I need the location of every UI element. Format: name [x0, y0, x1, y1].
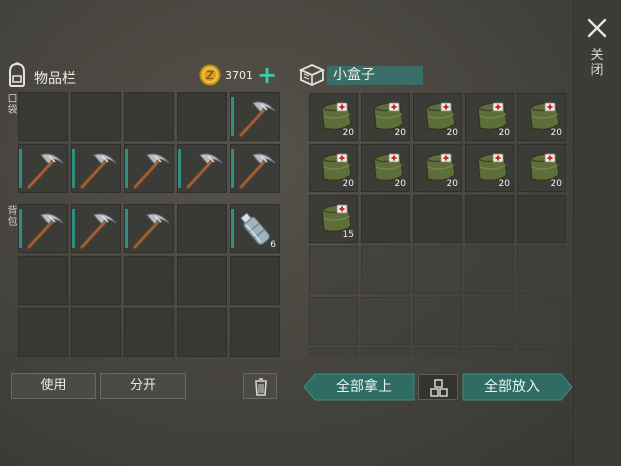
- item-quantity: 15: [342, 230, 354, 240]
- pickaxe-icon: [27, 213, 64, 249]
- backpack-slot-empty[interactable]: [177, 256, 227, 305]
- close-label[interactable]: 关闭: [589, 48, 605, 78]
- pocket-slot-empty[interactable]: [18, 92, 68, 141]
- coin-count: 3701: [225, 69, 253, 82]
- take-all-button[interactable]: 全部拿上: [314, 374, 414, 400]
- container-slot-medkit-bag[interactable]: 20: [361, 144, 410, 192]
- container-slot-medkit-bag[interactable]: 20: [361, 93, 410, 141]
- pocket-slot-pickaxe[interactable]: [230, 92, 280, 141]
- pickaxe-icon: [133, 153, 170, 189]
- backpack-grid: 6: [18, 204, 280, 357]
- container-slot-locked: [465, 246, 514, 294]
- close-icon[interactable]: [585, 16, 609, 40]
- container-slot-medkit-bag[interactable]: 20: [517, 93, 566, 141]
- backpack-slot-empty[interactable]: [18, 308, 68, 357]
- container-slot-locked: [413, 297, 462, 345]
- backpack-slot-pickaxe[interactable]: [18, 204, 68, 253]
- pocket-slot-pickaxe[interactable]: [18, 144, 68, 193]
- container-slot-locked: [309, 297, 358, 345]
- container-slot-locked: [517, 348, 566, 358]
- container-slot-locked: [309, 246, 358, 294]
- pocket-slot-empty[interactable]: [71, 92, 121, 141]
- backpack-slot-empty[interactable]: [230, 256, 280, 305]
- container-slot-medkit-bag[interactable]: 15: [309, 195, 358, 243]
- backpack-slot-empty[interactable]: [18, 256, 68, 305]
- container-slot-empty[interactable]: [413, 195, 462, 243]
- container-slot-medkit-bag[interactable]: 20: [309, 144, 358, 192]
- container-slot-locked: [465, 297, 514, 345]
- container-slot-locked: [361, 246, 410, 294]
- grid-icon: [430, 379, 448, 397]
- container-slot-empty[interactable]: [517, 195, 566, 243]
- add-coins-button[interactable]: +: [257, 63, 277, 87]
- backpack-slot-pickaxe[interactable]: [124, 204, 174, 253]
- item-quantity: 20: [550, 128, 562, 138]
- backpack-slot-empty[interactable]: [71, 256, 121, 305]
- box-icon: [298, 64, 325, 86]
- container-slot-empty[interactable]: [465, 195, 514, 243]
- container-slot-medkit-bag[interactable]: 20: [413, 144, 462, 192]
- item-quantity: 6: [270, 240, 276, 250]
- use-button[interactable]: 使用: [11, 373, 96, 399]
- item-quantity: 20: [446, 128, 458, 138]
- container-ghost-grid: [309, 246, 566, 358]
- pickaxe-icon: [80, 213, 117, 249]
- container-slot-locked: [413, 246, 462, 294]
- backpack-slot-empty[interactable]: [124, 308, 174, 357]
- pocket-grid: [18, 92, 280, 193]
- backpack-slot-water-bottle[interactable]: 6: [230, 204, 280, 253]
- pickaxe-icon: [239, 101, 276, 137]
- inventory-title: 物品栏: [34, 71, 76, 87]
- pickaxe-icon: [133, 213, 170, 249]
- container-slot-medkit-bag[interactable]: 20: [465, 144, 514, 192]
- item-quantity: 20: [342, 179, 354, 189]
- pickaxe-icon: [239, 153, 276, 189]
- backpack-slot-empty[interactable]: [71, 308, 121, 357]
- backpack-icon: [9, 62, 25, 87]
- item-quantity: 20: [498, 179, 510, 189]
- pocket-slot-pickaxe[interactable]: [230, 144, 280, 193]
- container-title: 小盒子: [327, 66, 423, 85]
- coin-icon: [199, 64, 221, 86]
- split-button[interactable]: 分开: [100, 373, 186, 399]
- container-grid: 20 20 20 20 20 20 20 20 20 20 15: [309, 93, 566, 243]
- item-quantity: 20: [446, 179, 458, 189]
- container-slot-medkit-bag[interactable]: 20: [465, 93, 514, 141]
- pocket-slot-empty[interactable]: [124, 92, 174, 141]
- container-slot-empty[interactable]: [361, 195, 410, 243]
- pocket-slot-pickaxe[interactable]: [71, 144, 121, 193]
- backpack-slot-empty[interactable]: [230, 308, 280, 357]
- trash-icon: [255, 378, 267, 396]
- backpack-slot-pickaxe[interactable]: [71, 204, 121, 253]
- item-quantity: 20: [394, 128, 406, 138]
- container-slot-locked: [517, 246, 566, 294]
- backpack-slot-empty[interactable]: [124, 256, 174, 305]
- put-all-button[interactable]: 全部放入: [462, 374, 562, 400]
- pocket-slot-empty[interactable]: [177, 92, 227, 141]
- sort-grid-button[interactable]: [418, 374, 458, 400]
- container-slot-locked: [413, 348, 462, 358]
- container-slot-medkit-bag[interactable]: 20: [517, 144, 566, 192]
- item-quantity: 20: [498, 128, 510, 138]
- pocket-label: 口袋: [7, 94, 18, 116]
- item-quantity: 20: [550, 179, 562, 189]
- item-quantity: 20: [394, 179, 406, 189]
- container-slot-locked: [309, 348, 358, 358]
- backpack-label: 背包: [7, 206, 18, 228]
- container-slot-medkit-bag[interactable]: 20: [413, 93, 462, 141]
- container-slot-locked: [517, 297, 566, 345]
- backpack-slot-empty[interactable]: [177, 308, 227, 357]
- container-slot-locked: [465, 348, 514, 358]
- container-slot-locked: [361, 348, 410, 358]
- trash-button[interactable]: [243, 373, 277, 399]
- container-slot-locked: [361, 297, 410, 345]
- pickaxe-icon: [27, 153, 64, 189]
- pocket-slot-pickaxe[interactable]: [177, 144, 227, 193]
- pickaxe-icon: [186, 153, 223, 189]
- pickaxe-icon: [80, 153, 117, 189]
- backpack-slot-empty[interactable]: [177, 204, 227, 253]
- pocket-slot-pickaxe[interactable]: [124, 144, 174, 193]
- container-slot-medkit-bag[interactable]: 20: [309, 93, 358, 141]
- item-quantity: 20: [342, 128, 354, 138]
